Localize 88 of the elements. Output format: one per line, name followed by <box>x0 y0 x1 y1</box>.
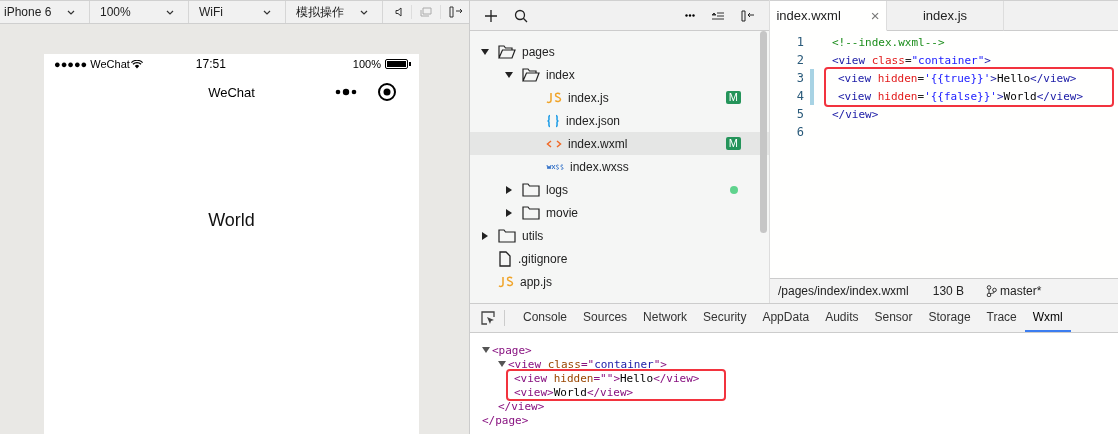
panel-arrow-icon[interactable] <box>449 6 463 18</box>
file-tree-item[interactable]: .gitignore <box>470 247 769 270</box>
code-line: <view hidden='{{false}}'>World</view> <box>838 89 1084 103</box>
devtools-tab[interactable]: Storage <box>920 304 979 332</box>
file-path: /pages/index/index.wxml <box>778 284 909 298</box>
devtools-tab[interactable]: Sensor <box>866 304 921 332</box>
devtools-tab[interactable]: Sources <box>575 304 636 332</box>
js-file-icon <box>546 90 562 105</box>
code-line: </view> <box>832 107 879 121</box>
folder-icon <box>522 182 540 197</box>
inspect-icon[interactable] <box>480 310 496 326</box>
file-tree-item[interactable]: logs <box>470 178 769 201</box>
caret-down-icon[interactable] <box>498 360 506 368</box>
dropdown[interactable]: 100% <box>90 1 189 23</box>
line-number: 3 <box>795 71 804 85</box>
collapse-panel-icon[interactable] <box>741 9 755 22</box>
modified-badge: M <box>725 91 741 104</box>
caret-down-icon[interactable] <box>480 46 490 57</box>
folder-icon <box>498 228 516 243</box>
file-tree-item[interactable]: movie <box>470 201 769 224</box>
line-number: 1 <box>795 35 804 49</box>
more-icon[interactable] <box>335 88 357 96</box>
chevron-down-icon <box>166 9 174 15</box>
dom-node-line: </view> <box>498 399 545 413</box>
line-number: 5 <box>795 107 804 121</box>
file-size: 130 B <box>932 284 965 298</box>
search-icon[interactable] <box>514 8 528 23</box>
braces-icon <box>546 113 560 128</box>
clock-time: 17:51 <box>195 57 226 71</box>
battery-level: 100% <box>352 58 381 70</box>
caret-right-icon[interactable] <box>504 207 514 218</box>
editor-tab[interactable]: index.js <box>887 1 1004 31</box>
code-line: <view hidden='{{true}}'>Hello</view> <box>838 71 1077 85</box>
code-line: <!--index.wxml--> <box>832 35 945 49</box>
file-tree-item[interactable]: utils <box>470 224 769 247</box>
devtools-tab[interactable]: Audits <box>817 304 867 332</box>
caret-right-icon[interactable] <box>504 184 514 195</box>
open-folder-icon <box>522 67 540 82</box>
line-number: 6 <box>795 125 804 139</box>
branch-name: master* <box>1000 284 1042 298</box>
sort-icon[interactable] <box>711 10 725 21</box>
carrier-label: ●●●●● WeChat <box>54 58 130 70</box>
dom-node-line[interactable]: <view hidden="">Hello</view> <box>514 371 700 385</box>
scrollbar[interactable] <box>760 31 767 233</box>
dom-node-line[interactable]: <view class="container"> <box>508 357 667 371</box>
caret-down-icon[interactable] <box>482 346 490 354</box>
dom-node-line[interactable]: <view>World</view> <box>514 385 634 399</box>
battery-icon <box>385 59 411 69</box>
file-tree-item[interactable]: app.js <box>470 270 769 293</box>
folder-icon <box>522 205 540 220</box>
record-icon[interactable] <box>377 82 397 102</box>
page-text: World <box>208 210 255 231</box>
plus-icon[interactable] <box>484 8 498 23</box>
file-tree-item[interactable]: index <box>470 63 769 86</box>
devtools-tab[interactable]: Security <box>695 304 755 332</box>
nav-title: WeChat <box>208 84 255 100</box>
js-file-icon <box>498 274 514 289</box>
branch-icon <box>986 285 998 297</box>
devtools-tab[interactable]: Network <box>635 304 696 332</box>
more-icon[interactable] <box>685 14 695 17</box>
chevron-down-icon <box>263 9 271 15</box>
wifi-icon <box>130 59 143 69</box>
speaker-icon[interactable] <box>395 7 403 17</box>
code-line: <view class="container"> <box>832 53 991 67</box>
devtools-tab[interactable]: Wxml <box>1024 304 1071 332</box>
dropdown[interactable]: WiFi <box>189 1 286 23</box>
file-icon <box>498 250 512 267</box>
line-number: 4 <box>795 89 804 103</box>
file-tree-item[interactable]: index.js M <box>470 86 769 109</box>
dropdown[interactable]: 模拟操作 <box>286 1 383 23</box>
chevron-down-icon <box>360 9 368 15</box>
open-folder-icon <box>498 44 516 59</box>
close-tab-button[interactable]: × <box>870 7 880 24</box>
devtools-tab[interactable]: Console <box>515 304 576 332</box>
dropdown[interactable]: iPhone 6 <box>0 1 90 23</box>
line-number: 2 <box>795 53 804 67</box>
caret-down-icon[interactable] <box>504 69 514 80</box>
dom-node-line[interactable]: <page> <box>492 343 532 357</box>
file-tree-item[interactable]: index.json <box>470 109 769 132</box>
devtools-tab[interactable]: AppData <box>754 304 818 332</box>
chevron-down-icon <box>67 9 75 15</box>
file-tree-item[interactable]: index.wxml M <box>470 132 769 155</box>
file-tree-item[interactable]: index.wxss <box>470 155 769 178</box>
dom-node-line: </page> <box>482 413 529 427</box>
modified-badge: M <box>725 137 741 150</box>
devtools-tab[interactable]: Trace <box>978 304 1025 332</box>
caret-right-icon[interactable] <box>480 230 490 241</box>
file-tree-item[interactable]: pages <box>470 40 769 63</box>
